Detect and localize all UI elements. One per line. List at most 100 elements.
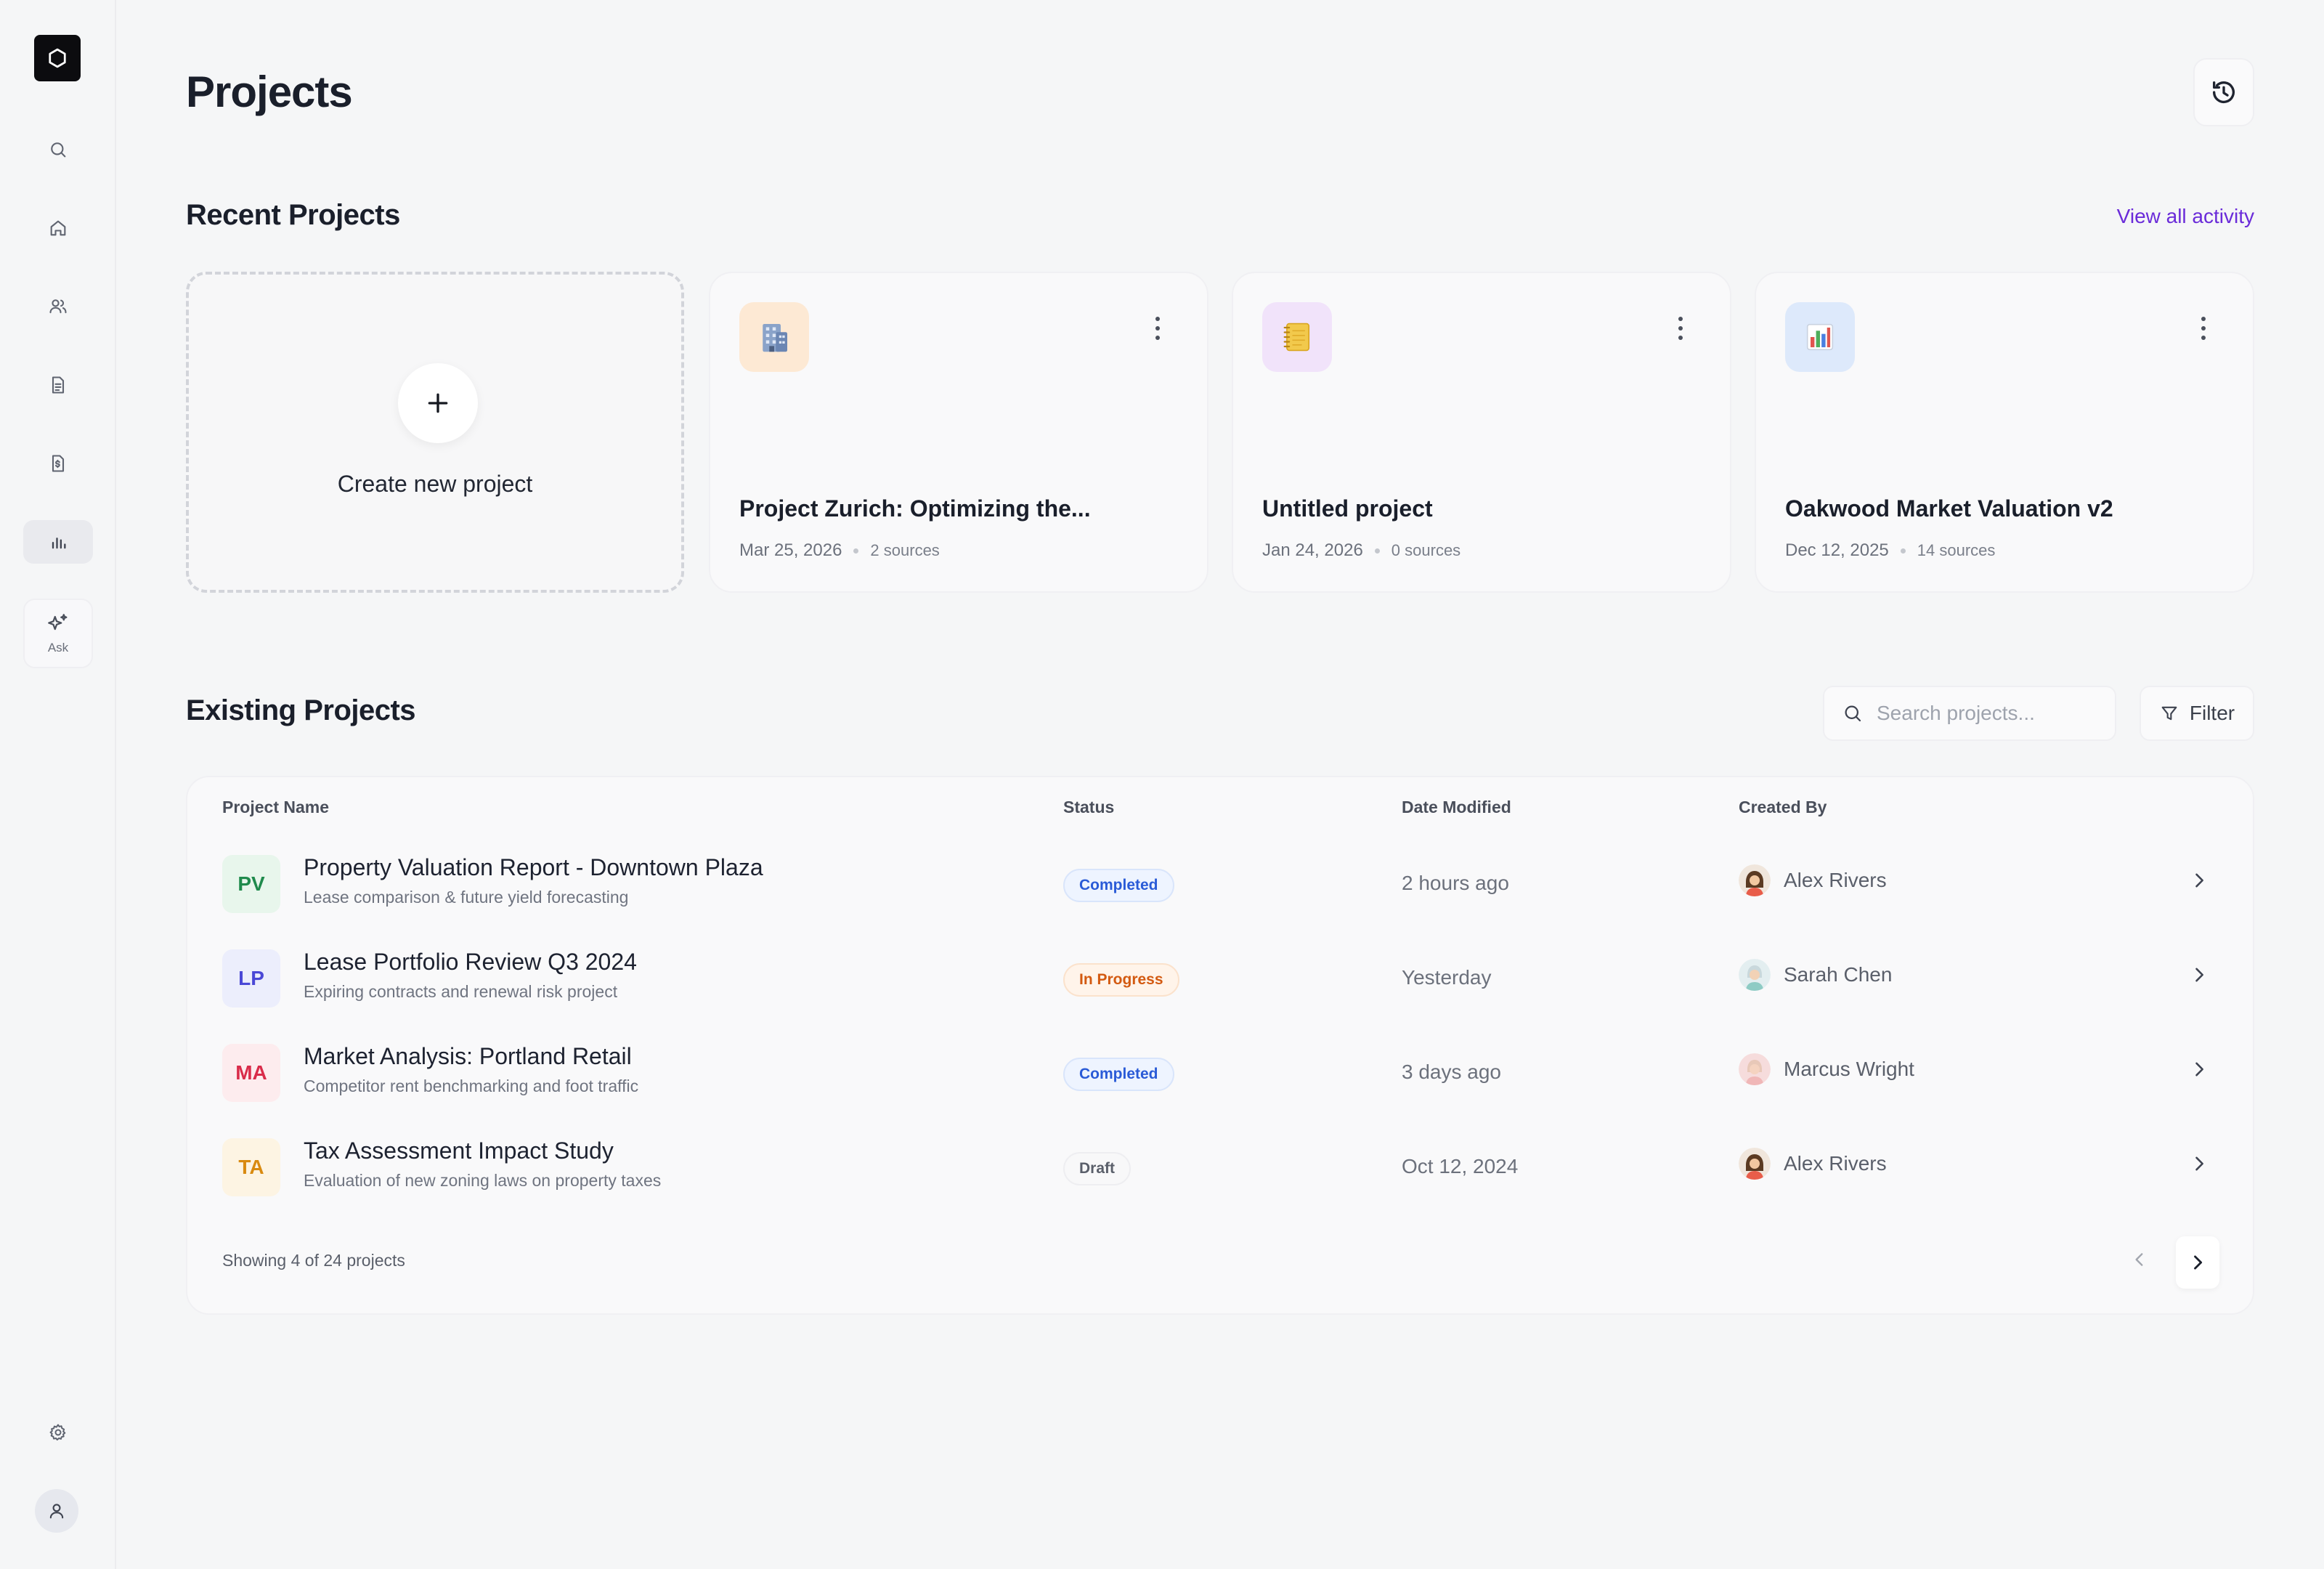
sidebar: Ask <box>0 0 116 1569</box>
nav-settings[interactable] <box>23 1411 93 1454</box>
card-sources: 0 sources <box>1391 541 1461 559</box>
card-sources: 2 sources <box>870 541 940 559</box>
previous-page-button[interactable] <box>2119 1236 2160 1283</box>
column-header-status[interactable]: Status <box>1063 798 1114 817</box>
create-project-card[interactable]: Create new project <box>186 272 684 593</box>
filter-label: Filter <box>2189 702 2235 724</box>
chevron-right-icon <box>2194 1255 2203 1270</box>
creator-name: Alex Rivers <box>1784 1152 1887 1175</box>
nav-analytics[interactable] <box>23 520 93 564</box>
card-icon-tile <box>739 302 809 372</box>
app-logo[interactable] <box>34 35 81 81</box>
kebab-menu-icon[interactable] <box>1152 314 1163 343</box>
plus-button[interactable] <box>398 363 478 443</box>
search-input[interactable] <box>1877 702 2095 725</box>
notebook-icon <box>1283 323 1310 352</box>
filter-button[interactable]: Filter <box>2140 686 2254 741</box>
next-page-button[interactable] <box>2176 1236 2219 1289</box>
chevron-left-icon <box>2135 1253 2143 1266</box>
card-title: Untitled project <box>1262 495 1433 522</box>
filter-icon <box>2161 706 2177 721</box>
project-name: Lease Portfolio Review Q3 2024 <box>304 949 637 975</box>
home-icon <box>50 220 66 236</box>
users-icon <box>49 299 67 314</box>
avatar <box>1739 864 1771 896</box>
column-header-project-name[interactable]: Project Name <box>222 798 329 817</box>
kebab-menu-icon[interactable] <box>1675 314 1686 343</box>
user-icon <box>49 1504 64 1519</box>
document-icon <box>52 376 65 394</box>
date-modified: 3 days ago <box>1402 1061 1501 1083</box>
card-date: Mar 25, 2026 <box>739 540 842 560</box>
column-header-date-modified[interactable]: Date Modified <box>1402 798 1511 817</box>
sparkles-icon <box>48 614 68 631</box>
chevron-right-icon[interactable] <box>2189 1154 2209 1174</box>
existing-projects-title: Existing Projects <box>186 694 416 726</box>
status-badge: Completed <box>1063 869 1174 902</box>
recent-project-card[interactable]: Project Zurich: Optimizing the... Mar 25… <box>709 272 1208 593</box>
separator-dot <box>1900 548 1906 554</box>
history-button[interactable] <box>2193 58 2254 126</box>
avatar <box>1739 1053 1771 1085</box>
nav-home[interactable] <box>23 206 93 250</box>
date-modified: Oct 12, 2024 <box>1402 1155 1519 1177</box>
recent-projects-title: Recent Projects <box>186 199 400 231</box>
column-header-created-by[interactable]: Created By <box>1739 798 1827 817</box>
card-icon-tile <box>1785 302 1855 372</box>
kebab-menu-icon[interactable] <box>2198 314 2209 343</box>
table-row[interactable]: TA Tax Assessment Impact Study Evaluatio… <box>187 1122 2253 1216</box>
bar-chart-icon <box>52 538 66 549</box>
plus-icon <box>428 393 448 413</box>
separator-dot <box>853 548 859 554</box>
history-icon <box>2213 81 2235 104</box>
recent-project-card[interactable]: Untitled project Jan 24, 2026 0 sources <box>1232 272 1731 593</box>
avatar <box>1739 1148 1771 1180</box>
project-initials: TA <box>222 1138 280 1196</box>
nav-documents[interactable] <box>23 363 93 407</box>
table-row[interactable]: PV Property Valuation Report - Downtown … <box>187 838 2253 933</box>
chevron-right-icon[interactable] <box>2189 870 2209 891</box>
avatar <box>1739 959 1771 991</box>
card-sources: 14 sources <box>1917 541 1996 559</box>
status-badge: In Progress <box>1063 963 1179 997</box>
recent-project-card[interactable]: Oakwood Market Valuation v2 Dec 12, 2025… <box>1755 272 2254 593</box>
table-row[interactable]: MA Market Analysis: Portland Retail Comp… <box>187 1027 2253 1122</box>
created-by: Alex Rivers <box>1739 1148 1887 1180</box>
ask-button[interactable]: Ask <box>23 599 93 668</box>
create-project-label: Create new project <box>337 471 533 497</box>
file-dollar-icon <box>52 455 65 472</box>
creator-name: Sarah Chen <box>1784 963 1893 986</box>
bar-chart-icon <box>1806 323 1834 351</box>
view-all-activity-link[interactable]: View all activity <box>2117 205 2254 228</box>
page-title: Projects <box>186 68 353 116</box>
nav-search[interactable] <box>23 128 93 171</box>
project-description: Expiring contracts and renewal risk proj… <box>304 982 618 1001</box>
card-meta: Jan 24, 2026 0 sources <box>1262 540 1460 561</box>
date-modified: 2 hours ago <box>1402 872 1509 894</box>
table-row[interactable]: LP Lease Portfolio Review Q3 2024 Expiri… <box>187 933 2253 1027</box>
user-avatar-button[interactable] <box>35 1489 78 1533</box>
chevron-right-icon[interactable] <box>2189 965 2209 985</box>
card-meta: Mar 25, 2026 2 sources <box>739 540 940 561</box>
search-icon <box>51 142 66 158</box>
creator-name: Marcus Wright <box>1784 1058 1914 1080</box>
ask-label: Ask <box>47 641 69 654</box>
search-icon <box>1845 705 1861 722</box>
project-description: Lease comparison & future yield forecast… <box>304 888 629 907</box>
project-description: Evaluation of new zoning laws on propert… <box>304 1171 662 1190</box>
project-initials: LP <box>222 949 280 1008</box>
chevron-right-icon[interactable] <box>2189 1059 2209 1079</box>
building-icon <box>763 324 787 352</box>
pagination-summary: Showing 4 of 24 projects <box>222 1251 405 1270</box>
project-description: Competitor rent benchmarking and foot tr… <box>304 1077 639 1095</box>
created-by: Marcus Wright <box>1739 1053 1914 1085</box>
creator-name: Alex Rivers <box>1784 869 1887 891</box>
search-box[interactable] <box>1823 686 2116 741</box>
nav-users[interactable] <box>23 285 93 328</box>
created-by: Sarah Chen <box>1739 959 1892 991</box>
card-title: Project Zurich: Optimizing the... <box>739 495 1091 522</box>
card-meta: Dec 12, 2025 14 sources <box>1785 540 1995 561</box>
nav-finance-files[interactable] <box>23 442 93 485</box>
gear-icon <box>49 1424 66 1441</box>
card-icon-tile <box>1262 302 1332 372</box>
